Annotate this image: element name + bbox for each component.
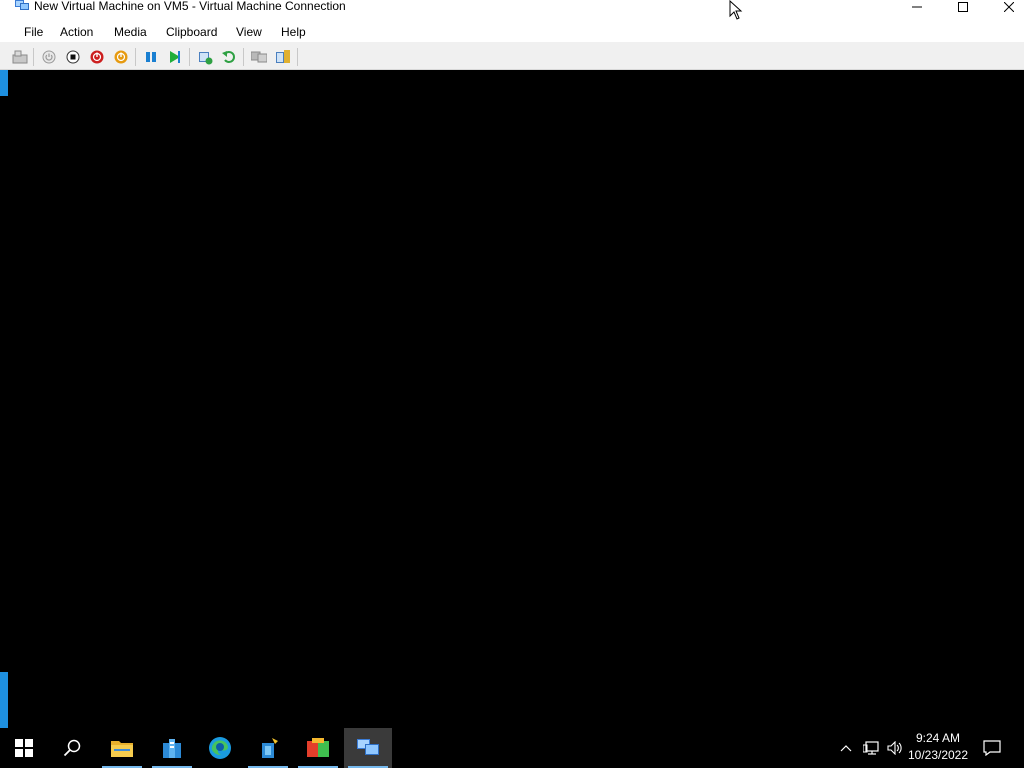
ctrl-alt-del-icon — [12, 50, 28, 64]
app-taskbar-button[interactable] — [294, 728, 342, 768]
toolbar-separator — [189, 48, 190, 66]
start-vm-button[interactable] — [40, 48, 58, 66]
toolbar-separator — [33, 48, 34, 66]
taskbar: 9:24 AM 10/23/2022 — [0, 728, 1024, 768]
hyper-v-manager-icon — [262, 738, 278, 758]
ctrl-alt-del-button[interactable] — [11, 48, 29, 66]
save-icon — [114, 50, 128, 64]
desktop-edge — [0, 0, 8, 728]
window-title: New Virtual Machine on VM5 - Virtual Mac… — [34, 0, 346, 13]
save-button[interactable] — [112, 48, 130, 66]
pause-icon — [146, 52, 156, 62]
clock-date: 10/23/2022 — [907, 748, 969, 762]
minimize-button[interactable] — [894, 0, 940, 14]
vm-connection-icon — [357, 739, 379, 755]
revert-icon — [222, 51, 235, 63]
toolbar — [0, 42, 1024, 70]
vm-connection-window: New Virtual Machine on VM5 - Virtual Mac… — [0, 0, 1024, 728]
maximize-button[interactable] — [940, 0, 986, 14]
toolbar-separator — [135, 48, 136, 66]
start-button[interactable] — [0, 728, 48, 768]
file-explorer-icon — [111, 741, 133, 757]
maximize-icon — [958, 2, 968, 12]
desktop-background-strip — [0, 672, 8, 728]
pause-button[interactable] — [142, 48, 160, 66]
toolbar-separator — [243, 48, 244, 66]
share-icon — [276, 50, 290, 63]
server-manager-taskbar-button[interactable] — [148, 728, 196, 768]
search-button[interactable] — [48, 728, 96, 768]
windows-start-icon — [15, 739, 33, 757]
menu-help[interactable]: Help — [281, 25, 306, 39]
app-store-icon — [307, 738, 329, 757]
close-button[interactable] — [986, 0, 1024, 14]
menu-clipboard[interactable]: Clipboard — [166, 25, 217, 39]
hyper-v-manager-taskbar-button[interactable] — [244, 728, 292, 768]
vm-connection-app-icon — [15, 0, 29, 10]
enhanced-session-button[interactable] — [250, 48, 268, 66]
turn-off-button[interactable] — [64, 48, 82, 66]
checkpoint-icon — [199, 52, 213, 65]
enhanced-session-icon — [251, 51, 267, 63]
network-icon — [863, 741, 879, 755]
title-spacer — [0, 14, 1024, 22]
menu-bar: File Action Media Clipboard View Help — [0, 22, 1024, 42]
toolbar-separator — [297, 48, 298, 66]
show-hidden-icons-button[interactable] — [836, 728, 856, 768]
shut-down-icon — [90, 50, 104, 64]
menu-media[interactable]: Media — [114, 25, 147, 39]
revert-button[interactable] — [220, 48, 238, 66]
resume-button[interactable] — [166, 48, 184, 66]
shut-down-button[interactable] — [88, 48, 106, 66]
search-icon — [63, 739, 81, 757]
menu-action[interactable]: Action — [60, 25, 93, 39]
resume-icon — [170, 51, 180, 63]
action-center-button[interactable] — [978, 728, 1006, 768]
close-icon — [1004, 2, 1014, 12]
title-bar[interactable]: New Virtual Machine on VM5 - Virtual Mac… — [0, 0, 1024, 14]
clock-time: 9:24 AM — [915, 731, 961, 745]
share-button[interactable] — [274, 48, 292, 66]
mouse-cursor-icon — [729, 0, 743, 20]
notification-icon — [983, 740, 1001, 756]
taskbar-clock[interactable]: 9:24 AM 10/23/2022 — [902, 730, 974, 766]
menu-view[interactable]: View — [236, 25, 262, 39]
network-tray-button[interactable] — [860, 728, 882, 768]
volume-icon — [887, 741, 902, 755]
minimize-icon — [912, 6, 922, 8]
checkpoint-button[interactable] — [196, 48, 214, 66]
vm-connection-taskbar-button[interactable] — [344, 728, 392, 768]
menu-file[interactable]: File — [24, 25, 43, 39]
turn-off-icon — [66, 50, 80, 64]
start-power-icon — [42, 50, 56, 64]
file-explorer-taskbar-button[interactable] — [98, 728, 146, 768]
vm-display[interactable] — [8, 71, 1024, 728]
edge-icon — [209, 737, 231, 759]
edge-taskbar-button[interactable] — [196, 728, 244, 768]
server-manager-icon — [163, 739, 181, 758]
chevron-up-icon — [840, 745, 852, 752]
